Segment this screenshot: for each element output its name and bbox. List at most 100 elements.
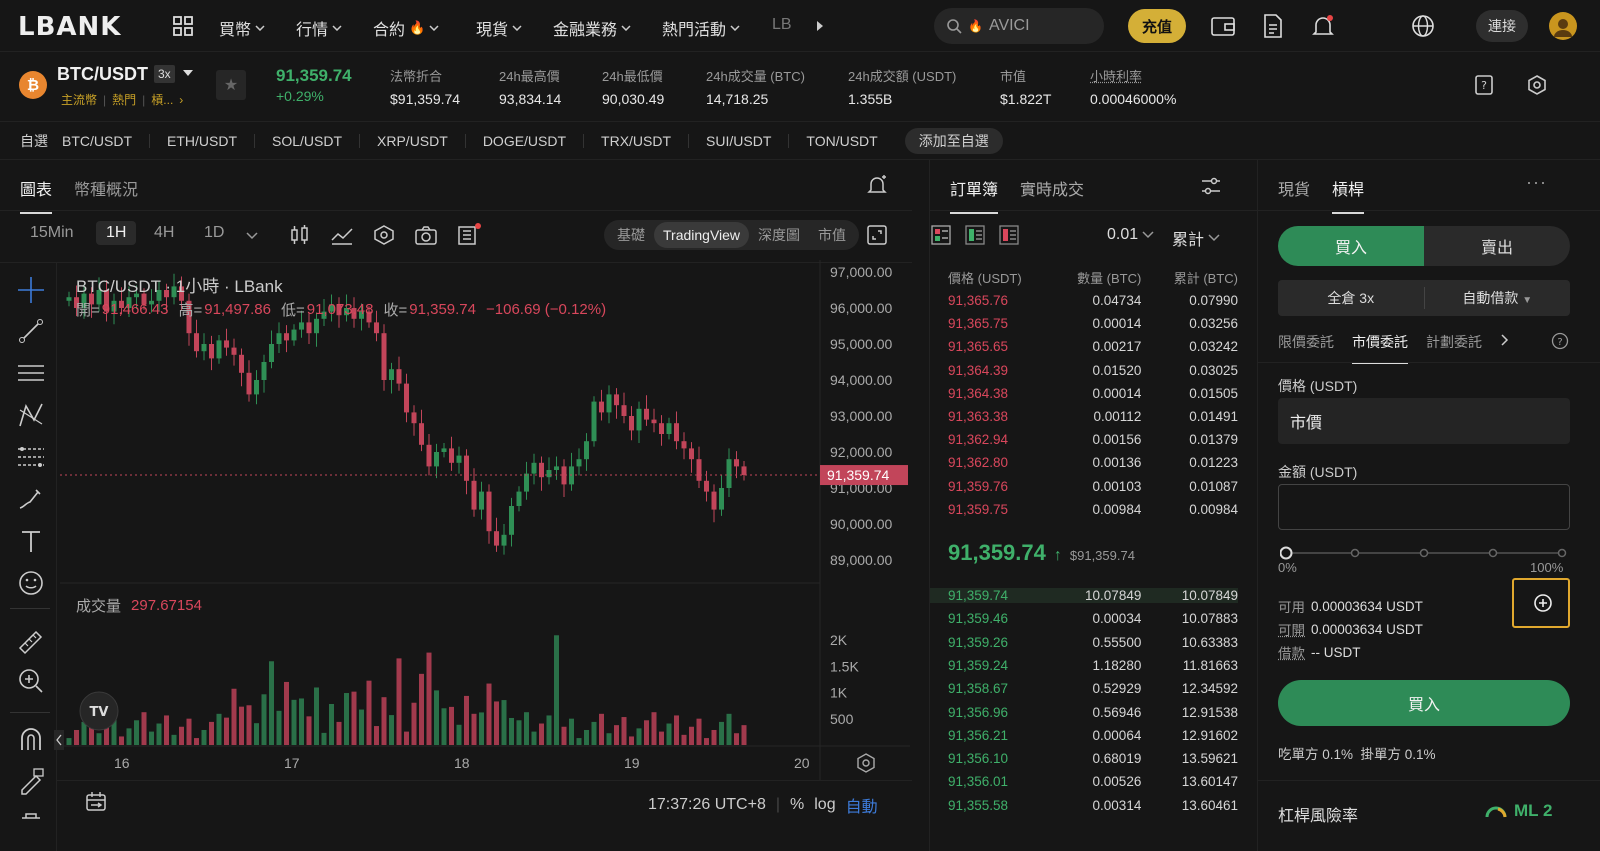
tab-market[interactable]: 市價委託 — [1352, 332, 1408, 364]
screenshot-camera-icon[interactable] — [414, 224, 438, 246]
settings-gear-icon[interactable] — [1526, 74, 1548, 96]
ruler-icon[interactable] — [16, 626, 46, 656]
tf-4h[interactable]: 4H — [154, 224, 174, 242]
auto-toggle[interactable]: 自動 — [846, 793, 878, 817]
crosshair-icon[interactable] — [16, 275, 46, 305]
ask-row[interactable]: 91,364.39 0.01520 0.03025 — [948, 363, 1238, 378]
tab-limit[interactable]: 限價委託 — [1278, 332, 1334, 364]
search-input[interactable]: 🔥 AVICI — [934, 8, 1104, 44]
fav-pair[interactable]: SUI/USDT — [689, 133, 790, 148]
tab-trigger[interactable]: 計劃委託 — [1426, 332, 1482, 364]
cumulative-select[interactable]: 累計 — [1172, 226, 1220, 250]
tab-coin-overview[interactable]: 幣種概況 — [74, 176, 138, 214]
pair-name[interactable]: BTC/USDT — [57, 64, 148, 85]
trend-line-icon[interactable] — [16, 316, 46, 346]
favorite-star-icon[interactable]: ★ — [216, 70, 246, 100]
price-input[interactable]: 市價 — [1278, 398, 1570, 444]
ask-row[interactable]: 91,363.38 0.00112 0.01491 — [948, 409, 1238, 424]
candle-type-icon[interactable] — [288, 224, 312, 246]
fav-pair[interactable]: ETH/USDT — [150, 133, 255, 148]
text-tool-icon[interactable] — [16, 526, 46, 556]
pattern-tool-icon[interactable] — [16, 400, 46, 430]
brush-icon[interactable] — [16, 484, 46, 514]
nav-buy-crypto[interactable]: 買幣 — [219, 16, 265, 40]
axis-settings-icon[interactable] — [855, 752, 877, 774]
ask-row[interactable]: 91,359.75 0.00984 0.00984 — [948, 502, 1238, 517]
fav-pair[interactable]: BTC/USDT — [62, 133, 150, 148]
more-options-icon[interactable]: ··· — [1526, 172, 1547, 193]
tab-chart[interactable]: 圖表 — [20, 176, 53, 214]
deposit-button[interactable]: 充值 — [1128, 9, 1186, 43]
trash-icon[interactable] — [16, 808, 46, 832]
buy-tab[interactable]: 買入 — [1278, 226, 1424, 266]
nav-spot[interactable]: 現貨 — [476, 16, 522, 40]
submit-buy-button[interactable]: 買入 — [1278, 680, 1570, 726]
help-doc-icon[interactable]: ? — [1474, 74, 1494, 96]
chevron-right-icon[interactable] — [1500, 334, 1510, 346]
tf-15min[interactable]: 15Min — [30, 224, 74, 242]
fav-pair[interactable]: SOL/USDT — [255, 133, 361, 148]
layout-icon[interactable] — [456, 222, 482, 246]
view-market-cap[interactable]: 市值 — [809, 220, 855, 250]
tab-order-book[interactable]: 訂單簿 — [950, 176, 999, 214]
tf-1d[interactable]: 1D — [204, 224, 224, 242]
date-range-icon[interactable] — [84, 790, 108, 812]
view-depth[interactable]: 深度圖 — [749, 220, 809, 250]
chart-settings-icon[interactable] — [372, 224, 396, 246]
tab-recent-trades[interactable]: 實時成交 — [1020, 176, 1084, 214]
ask-row[interactable]: 91,365.65 0.00217 0.03242 — [948, 339, 1238, 354]
view-tradingview[interactable]: TradingView — [654, 222, 750, 248]
globe-language-icon[interactable] — [1410, 13, 1436, 39]
indicators-icon[interactable] — [330, 224, 354, 246]
fav-pair[interactable]: XRP/USDT — [360, 133, 466, 148]
filter-settings-icon[interactable] — [1200, 176, 1222, 196]
bid-row[interactable]: 91,356.10 0.68019 13.59621 — [948, 751, 1238, 766]
user-avatar[interactable] — [1548, 11, 1578, 41]
price-chart[interactable]: 97,000.00 96,000.00 95,000.00 94,000.00 93,0… — [60, 260, 910, 820]
bid-row[interactable]: 91,359.46 0.00034 10.07883 — [948, 611, 1238, 626]
nav-lb[interactable]: LB — [772, 16, 792, 34]
tradingview-logo[interactable]: TV — [79, 691, 119, 731]
chevron-down-icon[interactable] — [246, 232, 258, 240]
margin-mode-button[interactable]: 全倉 3x — [1278, 288, 1424, 308]
book-both-icon[interactable] — [930, 224, 952, 246]
price-alert-icon[interactable] — [866, 174, 888, 196]
ask-row[interactable]: 91,364.38 0.00014 0.01505 — [948, 386, 1238, 401]
add-to-favorites-button[interactable]: 添加至自選 — [904, 127, 1003, 154]
bid-row[interactable]: 91,356.01 0.00526 13.60147 — [948, 774, 1238, 789]
bid-row[interactable]: 91,359.74 10.07849 10.07849 — [930, 588, 1238, 603]
chevron-right-icon[interactable] — [815, 20, 825, 32]
bid-row[interactable]: 91,356.21 0.00064 12.91602 — [948, 728, 1238, 743]
nav-markets[interactable]: 行情 — [296, 16, 342, 40]
nav-futures[interactable]: 合約 🔥 — [373, 16, 439, 40]
sell-tab[interactable]: 賣出 — [1424, 226, 1570, 266]
amount-slider[interactable] — [1280, 546, 1568, 560]
borrow-mode-select[interactable]: 自動借款 ▼ — [1425, 288, 1571, 308]
magnet-icon[interactable] — [16, 724, 46, 754]
help-circle-icon[interactable]: ? — [1551, 332, 1569, 350]
bid-row[interactable]: 91,358.67 0.52929 12.34592 — [948, 681, 1238, 696]
bid-row[interactable]: 91,359.24 1.18280 11.81663 — [948, 658, 1238, 673]
book-asks-icon[interactable] — [998, 224, 1020, 246]
nav-finance[interactable]: 金融業務 — [553, 16, 631, 40]
zoom-in-icon[interactable] — [16, 666, 46, 696]
ask-row[interactable]: 91,359.76 0.00103 0.01087 — [948, 479, 1238, 494]
tab-margin[interactable]: 槓桿 — [1332, 176, 1365, 214]
ask-row[interactable]: 91,365.75 0.00014 0.03256 — [948, 316, 1238, 331]
fib-tool-icon[interactable] — [16, 442, 46, 472]
wallet-icon[interactable] — [1210, 13, 1236, 39]
bid-row[interactable]: 91,355.58 0.00314 13.60461 — [948, 798, 1238, 813]
bid-row[interactable]: 91,356.96 0.56946 12.91538 — [948, 705, 1238, 720]
tab-spot[interactable]: 現貨 — [1278, 176, 1310, 214]
ask-row[interactable]: 91,362.94 0.00156 0.01379 — [948, 432, 1238, 447]
book-bids-icon[interactable] — [964, 224, 986, 246]
ask-row[interactable]: 91,362.80 0.00136 0.01223 — [948, 455, 1238, 470]
fav-pair[interactable]: TRX/USDT — [584, 133, 690, 148]
horizontal-lines-icon[interactable] — [16, 358, 46, 388]
bid-row[interactable]: 91,359.26 0.55500 10.63383 — [948, 635, 1238, 650]
connect-button[interactable]: 連接 — [1476, 10, 1528, 42]
apps-grid-icon[interactable] — [172, 15, 194, 37]
precision-select[interactable]: 0.01 — [1107, 226, 1154, 244]
caret-down-icon[interactable] — [183, 70, 193, 76]
nav-events[interactable]: 熱門活動 — [662, 16, 740, 40]
